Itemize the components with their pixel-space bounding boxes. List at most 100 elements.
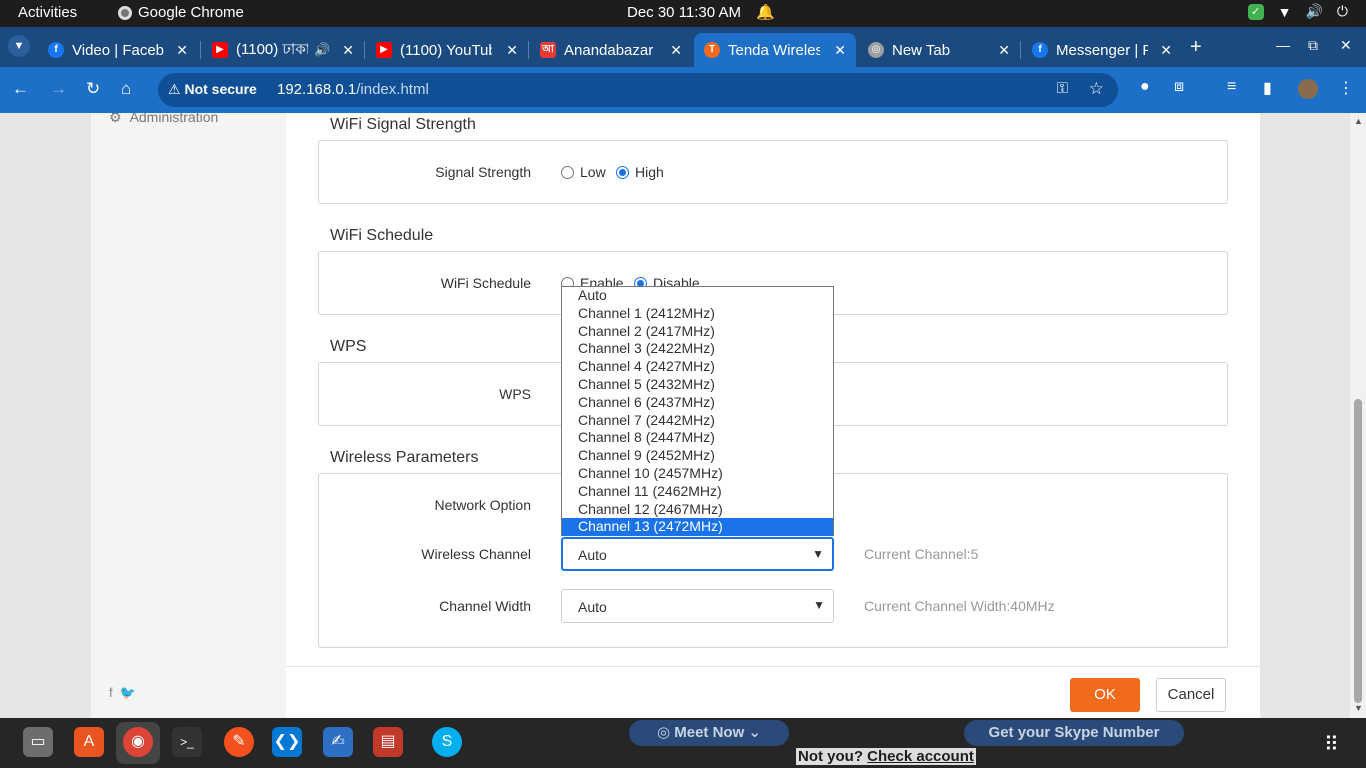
close-icon[interactable]: ✕ <box>998 42 1010 59</box>
channel-option[interactable]: Channel 13 (2472MHz) <box>562 518 833 537</box>
new-tab-plus-icon[interactable]: + <box>1190 36 1202 59</box>
key-icon[interactable]: ⚿ <box>1057 80 1068 97</box>
tab-tenda-wireless[interactable]: T Tenda Wireless ✕ <box>694 33 856 67</box>
channel-option[interactable]: Channel 2 (2417MHz) <box>562 323 833 341</box>
address-bar[interactable]: ⚠ Not secure 192.168.0.1/index.html ⚿ ☆ <box>158 73 1118 107</box>
channel-option[interactable]: Channel 4 (2427MHz) <box>562 358 833 376</box>
scroll-down-icon[interactable]: ▼ <box>1354 703 1363 713</box>
channel-option[interactable]: Channel 8 (2447MHz) <box>562 429 833 447</box>
channel-option[interactable]: Channel 9 (2452MHz) <box>562 447 833 465</box>
bookmark-star-icon[interactable]: ☆ <box>1089 79 1104 99</box>
app-name: Google Chrome <box>138 4 244 21</box>
terminal-icon[interactable]: >_ <box>172 727 202 757</box>
chrome-icon: ◎ <box>868 42 884 58</box>
scrollbar-thumb[interactable] <box>1354 399 1362 703</box>
wireless-channel-select[interactable]: Auto ▼ <box>561 537 834 571</box>
tab-new-tab[interactable]: ◎ New Tab ✕ <box>858 33 1020 67</box>
media-queue-icon[interactable]: ≡ <box>1227 78 1236 96</box>
app-menu[interactable]: Google Chrome <box>118 4 244 21</box>
radio-signal-high[interactable]: High <box>616 164 664 180</box>
document-viewer-icon[interactable]: ▤ <box>373 727 403 757</box>
chevron-down-icon: ▼ <box>812 547 824 561</box>
brush-icon[interactable]: ✎ <box>224 727 254 757</box>
check-account-link[interactable]: Check account <box>867 748 974 765</box>
extensions-puzzle-icon[interactable]: ⧈ <box>1174 78 1184 96</box>
channel-option[interactable]: Channel 5 (2432MHz) <box>562 376 833 394</box>
close-icon[interactable]: ✕ <box>506 42 518 59</box>
app-center-icon[interactable]: A <box>74 727 104 757</box>
radio-signal-low[interactable]: Low <box>561 164 606 180</box>
maximize-icon[interactable]: ⧉ <box>1308 37 1318 54</box>
page-scrollbar[interactable]: ▲ ▼ <box>1350 113 1366 718</box>
tab-search-chevron-icon[interactable]: ▼ <box>8 35 30 57</box>
system-tray[interactable]: ✓ ▼ 🔊 ⏻ <box>1247 3 1348 20</box>
url-text[interactable]: 192.168.0.1/index.html <box>277 81 429 98</box>
side-panel-icon[interactable]: ▮ <box>1263 78 1272 98</box>
facebook-icon[interactable]: f <box>109 685 113 700</box>
channel-option[interactable]: Channel 6 (2437MHz) <box>562 394 833 412</box>
close-icon[interactable]: ✕ <box>342 42 354 59</box>
channel-option[interactable]: Channel 1 (2412MHz) <box>562 305 833 323</box>
cancel-button[interactable]: Cancel <box>1156 678 1226 712</box>
not-secure-badge[interactable]: ⚠ Not secure <box>168 81 257 98</box>
close-icon[interactable]: ✕ <box>176 42 188 59</box>
speaker-icon[interactable]: 🔊 <box>314 42 330 58</box>
tab-title: New Tab <box>892 41 951 59</box>
activities-button[interactable]: Activities <box>18 4 77 21</box>
minimize-icon[interactable]: — <box>1276 37 1290 53</box>
tab-youtube-2[interactable]: ▶ (1100) YouTube ✕ <box>366 33 528 67</box>
show-apps-grid-icon[interactable]: ⠿ <box>1324 732 1339 757</box>
channel-width-select[interactable]: Auto ▼ <box>561 589 834 623</box>
channel-option[interactable]: Channel 11 (2462MHz) <box>562 483 833 501</box>
close-icon[interactable]: ✕ <box>670 42 682 59</box>
close-icon[interactable]: ✕ <box>1160 42 1172 59</box>
signal-strength-label: Signal Strength <box>435 164 531 180</box>
ok-button[interactable]: OK <box>1070 678 1140 712</box>
gear-icon: ⚙ <box>109 113 122 125</box>
close-icon[interactable]: ✕ <box>834 42 846 59</box>
profile-avatar[interactable] <box>1298 79 1318 99</box>
sidebar-item-administration[interactable]: ⚙ Administration <box>109 113 218 126</box>
menu-kebab-icon[interactable]: ⋮ <box>1338 78 1354 98</box>
tab-youtube-1[interactable]: ▶ (1100) ঢাকা 🔊 ✕ <box>202 33 364 67</box>
taskbar-dock: ◎ Meet Now ⌄ Get your Skype Number Not y… <box>0 718 1366 768</box>
power-icon: ⏻ <box>1336 3 1348 19</box>
browser-toolbar: ← → ↻ ⌂ ⚠ Not secure 192.168.0.1/index.h… <box>0 67 1366 113</box>
channel-option[interactable]: Channel 7 (2442MHz) <box>562 412 833 430</box>
files-icon[interactable]: ▭ <box>23 727 53 757</box>
volume-icon: 🔊 <box>1305 3 1323 19</box>
channel-dropdown-list[interactable]: Auto Channel 1 (2412MHz) Channel 2 (2417MH… <box>561 286 834 537</box>
reload-icon[interactable]: ↻ <box>86 79 100 99</box>
channel-option[interactable]: Channel 3 (2422MHz) <box>562 340 833 358</box>
scroll-up-icon[interactable]: ▲ <box>1354 116 1363 126</box>
channel-option[interactable]: Channel 12 (2467MHz) <box>562 501 833 519</box>
meet-now-button[interactable]: ◎ Meet Now ⌄ <box>629 720 789 746</box>
tab-messenger[interactable]: f Messenger | Facebook ✕ <box>1022 33 1182 67</box>
channel-option[interactable]: Auto <box>562 287 833 305</box>
back-arrow-icon[interactable]: ← <box>12 79 29 99</box>
social-links: f 🐦 <box>109 685 136 701</box>
skype-icon[interactable]: S <box>432 727 462 757</box>
twitter-icon[interactable]: 🐦 <box>120 685 136 700</box>
window-close-icon[interactable]: ✕ <box>1340 37 1352 54</box>
vscode-icon[interactable]: ❮❯ <box>272 727 302 757</box>
text-editor-icon[interactable]: ✍ <box>323 727 353 757</box>
current-channel-width-text: Current Channel Width:40MHz <box>864 598 1055 614</box>
radio-circle <box>561 165 574 179</box>
forward-arrow-icon[interactable]: → <box>50 79 67 99</box>
home-icon[interactable]: ⌂ <box>121 79 131 99</box>
clock[interactable]: Dec 30 11:30 AM <box>627 4 741 21</box>
channel-width-label: Channel Width <box>439 598 531 614</box>
extension-pin-icon[interactable]: ● <box>1140 78 1150 96</box>
wireless-channel-label: Wireless Channel <box>421 546 531 562</box>
tab-anandabazar[interactable]: আ Anandabazar ✕ <box>530 33 692 67</box>
chevron-down-icon: ▼ <box>813 598 825 612</box>
skype-number-button[interactable]: Get your Skype Number <box>964 720 1184 746</box>
chrome-app-icon <box>118 5 132 20</box>
sidebar: ⚙ Administration f 🐦 <box>91 113 286 718</box>
tab-facebook-video[interactable]: f Video | Facebook ✕ <box>38 33 198 67</box>
channel-option[interactable]: Channel 10 (2457MHz) <box>562 465 833 483</box>
tab-title: (1100) YouTube <box>400 41 492 59</box>
chrome-icon[interactable]: ◉ <box>123 727 153 757</box>
youtube-icon: ▶ <box>376 42 392 58</box>
